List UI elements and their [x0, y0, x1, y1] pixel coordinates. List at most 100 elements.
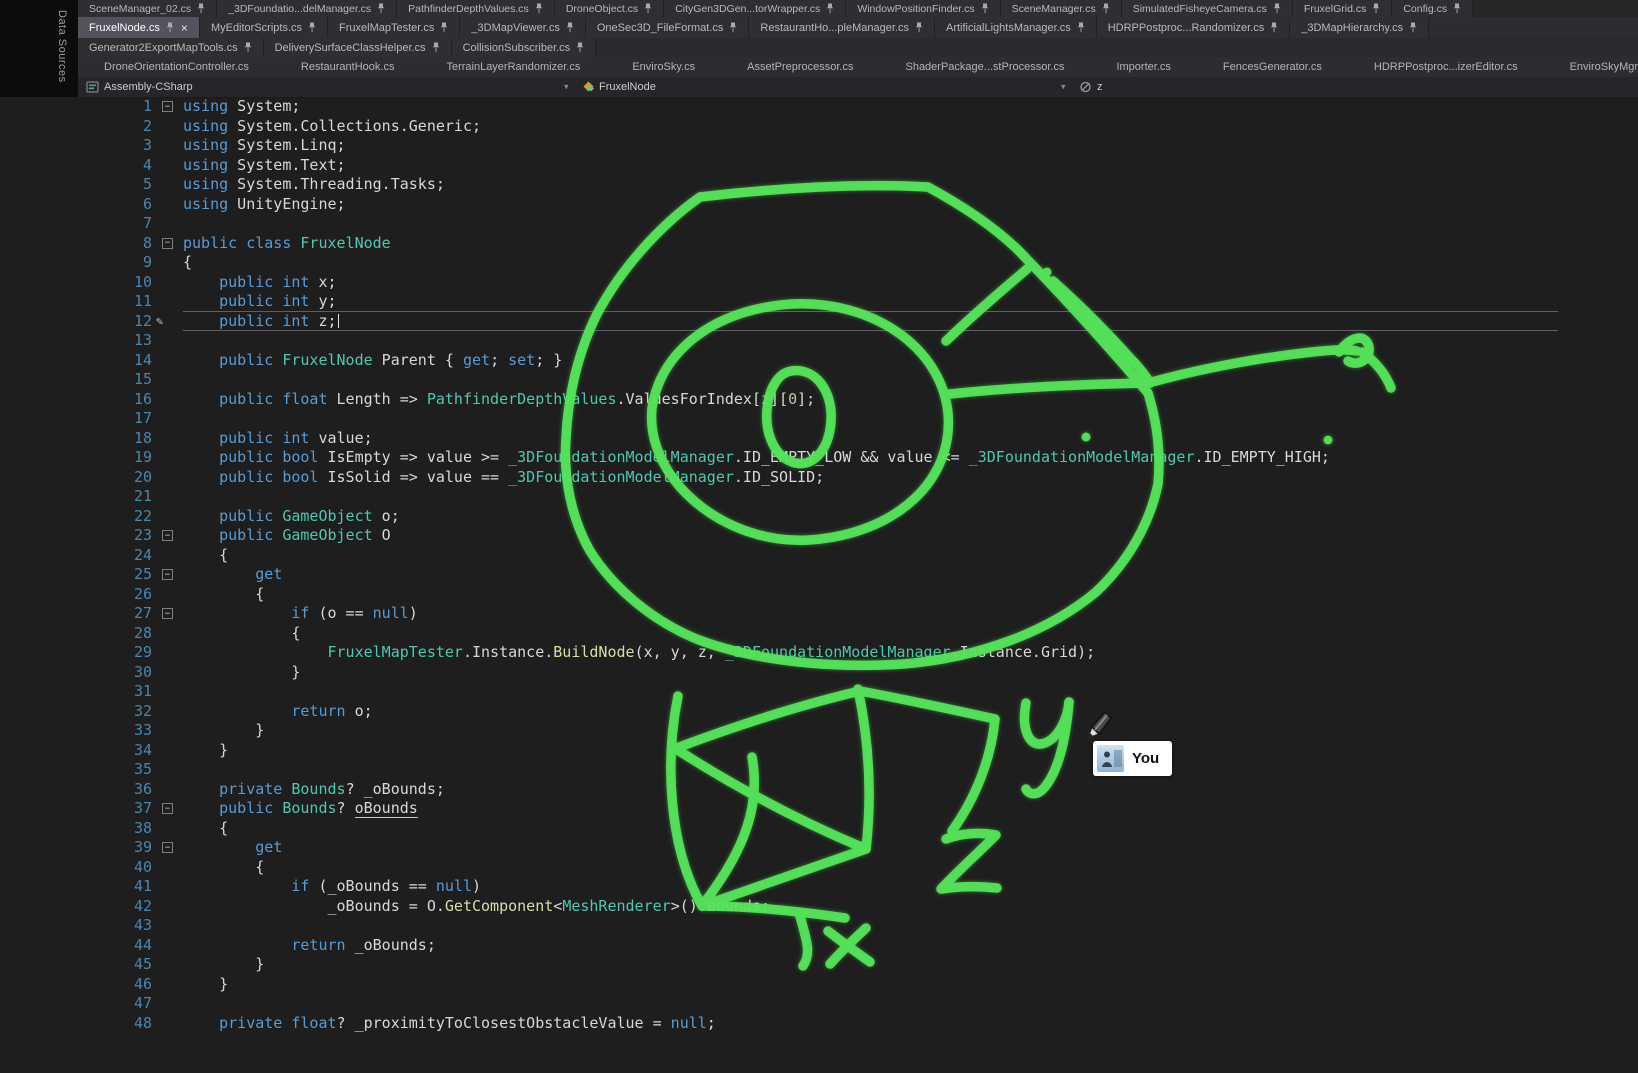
pin-icon[interactable]: [915, 22, 923, 33]
pin-icon[interactable]: [576, 42, 584, 53]
tab-droneobject-cs[interactable]: DroneObject.cs: [555, 0, 664, 17]
code-editor[interactable]: 1−using System;2using System.Collections…: [0, 97, 1638, 1073]
tab-assetpreprocessor-cs[interactable]: AssetPreprocessor.cs: [721, 57, 879, 77]
code-line-34[interactable]: 34 }: [0, 741, 1638, 761]
tab-droneorientationcontroller-cs[interactable]: DroneOrientationController.cs: [78, 57, 275, 77]
pin-icon[interactable]: [644, 3, 652, 14]
code-line-7[interactable]: 7: [0, 214, 1638, 234]
pin-icon[interactable]: [826, 3, 834, 14]
tab-restauranthook-cs[interactable]: RestaurantHook.cs: [275, 57, 421, 77]
pin-icon[interactable]: [1270, 22, 1278, 33]
code-line-36[interactable]: 36 private Bounds? _oBounds;: [0, 780, 1638, 800]
tab-scenemanager-02-cs[interactable]: SceneManager_02.cs: [78, 0, 217, 17]
tab--3dmaphierarchy-cs[interactable]: _3DMapHierarchy.cs: [1290, 17, 1429, 38]
code-line-41[interactable]: 41 if (_oBounds == null): [0, 877, 1638, 897]
code-line-33[interactable]: 33 }: [0, 721, 1638, 741]
tab-restaurantho-plemanager-cs[interactable]: RestaurantHo...pleManager.cs: [749, 17, 935, 38]
pin-icon[interactable]: [1453, 3, 1461, 14]
code-line-46[interactable]: 46 }: [0, 975, 1638, 995]
code-line-28[interactable]: 28 {: [0, 624, 1638, 644]
code-line-8[interactable]: 8−public class FruxelNode: [0, 234, 1638, 254]
pin-icon[interactable]: [440, 22, 448, 33]
code-line-5[interactable]: 5using System.Threading.Tasks;: [0, 175, 1638, 195]
code-line-20[interactable]: 20 public bool IsSolid => value == _3DFo…: [0, 468, 1638, 488]
code-line-13[interactable]: 13: [0, 331, 1638, 351]
code-line-6[interactable]: 6using UnityEngine;: [0, 195, 1638, 215]
member-dropdown[interactable]: z: [1097, 81, 1103, 93]
tab-scenemanager-cs[interactable]: SceneManager.cs: [1001, 0, 1122, 17]
close-icon[interactable]: ×: [181, 22, 188, 34]
code-line-48[interactable]: 48 private float? _proximityToClosestObs…: [0, 1014, 1638, 1034]
pin-icon[interactable]: [535, 3, 543, 14]
tab-pathfinderdepthvalues-cs[interactable]: PathfinderDepthValues.cs: [397, 0, 555, 17]
code-line-11[interactable]: 11 public int y;: [0, 292, 1638, 312]
code-line-44[interactable]: 44 return _oBounds;: [0, 936, 1638, 956]
data-sources-vertical-tab[interactable]: Data Sources: [56, 10, 68, 83]
code-line-45[interactable]: 45 }: [0, 955, 1638, 975]
chevron-down-icon[interactable]: ▾: [564, 82, 569, 93]
pin-icon[interactable]: [1102, 3, 1110, 14]
fold-collapse-icon[interactable]: −: [162, 608, 173, 619]
code-line-9[interactable]: 9{: [0, 253, 1638, 273]
code-line-31[interactable]: 31: [0, 682, 1638, 702]
code-line-12[interactable]: 12✎ public int z;: [0, 312, 1638, 332]
tab-shaderpackage-stprocessor-cs[interactable]: ShaderPackage...stProcessor.cs: [879, 57, 1090, 77]
code-line-42[interactable]: 42 _oBounds = O.GetComponent<MeshRendere…: [0, 897, 1638, 917]
pin-icon[interactable]: [981, 3, 989, 14]
fold-collapse-icon[interactable]: −: [162, 530, 173, 541]
type-dropdown[interactable]: FruxelNode: [599, 81, 656, 93]
fold-collapse-icon[interactable]: −: [162, 569, 173, 580]
code-line-10[interactable]: 10 public int x;: [0, 273, 1638, 293]
tab-onesec3d-fileformat-cs[interactable]: OneSec3D_FileFormat.cs: [586, 17, 750, 38]
code-line-35[interactable]: 35: [0, 760, 1638, 780]
fold-collapse-icon[interactable]: −: [162, 842, 173, 853]
pin-icon[interactable]: [1372, 3, 1380, 14]
tab-enviroskymgr-cs[interactable]: EnviroSkyMgr.cs: [1544, 57, 1638, 77]
pin-icon[interactable]: [1409, 22, 1417, 33]
chevron-down-icon[interactable]: ▾: [1061, 82, 1066, 93]
tab-generator2exportmaptools-cs[interactable]: Generator2ExportMapTools.cs: [78, 38, 264, 57]
pin-icon[interactable]: [244, 42, 252, 53]
tab-fencesgenerator-cs[interactable]: FencesGenerator.cs: [1197, 57, 1348, 77]
code-line-14[interactable]: 14 public FruxelNode Parent { get; set; …: [0, 351, 1638, 371]
code-line-30[interactable]: 30 }: [0, 663, 1638, 683]
code-line-3[interactable]: 3using System.Linq;: [0, 136, 1638, 156]
tab-myeditorscripts-cs[interactable]: MyEditorScripts.cs: [200, 17, 328, 38]
project-dropdown[interactable]: Assembly-CSharp: [104, 81, 193, 93]
tab-hdrppostproc-randomizer-cs[interactable]: HDRPPostproc...Randomizer.cs: [1097, 17, 1291, 38]
tab-config-cs[interactable]: Config.cs: [1392, 0, 1473, 17]
tab--3dmapviewer-cs[interactable]: _3DMapViewer.cs: [460, 17, 585, 38]
pin-icon[interactable]: [377, 3, 385, 14]
code-line-24[interactable]: 24 {: [0, 546, 1638, 566]
pin-icon[interactable]: [729, 22, 737, 33]
code-line-16[interactable]: 16 public float Length => PathfinderDept…: [0, 390, 1638, 410]
code-line-29[interactable]: 29 FruxelMapTester.Instance.BuildNode(x,…: [0, 643, 1638, 663]
code-line-23[interactable]: 23− public GameObject O: [0, 526, 1638, 546]
code-line-27[interactable]: 27− if (o == null): [0, 604, 1638, 624]
code-line-22[interactable]: 22 public GameObject o;: [0, 507, 1638, 527]
tab-hdrppostproc-izereditor-cs[interactable]: HDRPPostproc...izerEditor.cs: [1348, 57, 1544, 77]
code-line-40[interactable]: 40 {: [0, 858, 1638, 878]
tab-citygen3dgen-torwrapper-cs[interactable]: CityGen3DGen...torWrapper.cs: [664, 0, 846, 17]
code-line-4[interactable]: 4using System.Text;: [0, 156, 1638, 176]
code-line-32[interactable]: 32 return o;: [0, 702, 1638, 722]
tab-fruxelgrid-cs[interactable]: FruxelGrid.cs: [1293, 0, 1392, 17]
code-line-2[interactable]: 2using System.Collections.Generic;: [0, 117, 1638, 137]
tab-windowpositionfinder-cs[interactable]: WindowPositionFinder.cs: [846, 0, 1000, 17]
tab-envirosky-cs[interactable]: EnviroSky.cs: [606, 57, 721, 77]
code-line-21[interactable]: 21: [0, 487, 1638, 507]
tab-terrainlayerrandomizer-cs[interactable]: TerrainLayerRandomizer.cs: [420, 57, 606, 77]
code-line-17[interactable]: 17: [0, 409, 1638, 429]
tab-fruxelnode-cs[interactable]: FruxelNode.cs×: [78, 17, 200, 38]
tab-artificiallightsmanager-cs[interactable]: ArtificialLightsManager.cs: [935, 17, 1097, 38]
fold-collapse-icon[interactable]: −: [162, 238, 173, 249]
fold-collapse-icon[interactable]: −: [162, 803, 173, 814]
code-line-1[interactable]: 1−using System;: [0, 97, 1638, 117]
pin-icon[interactable]: [1273, 3, 1281, 14]
pin-icon[interactable]: [566, 22, 574, 33]
code-line-25[interactable]: 25− get: [0, 565, 1638, 585]
pin-icon[interactable]: [432, 42, 440, 53]
code-line-43[interactable]: 43: [0, 916, 1638, 936]
code-line-38[interactable]: 38 {: [0, 819, 1638, 839]
pin-icon[interactable]: [166, 22, 174, 33]
